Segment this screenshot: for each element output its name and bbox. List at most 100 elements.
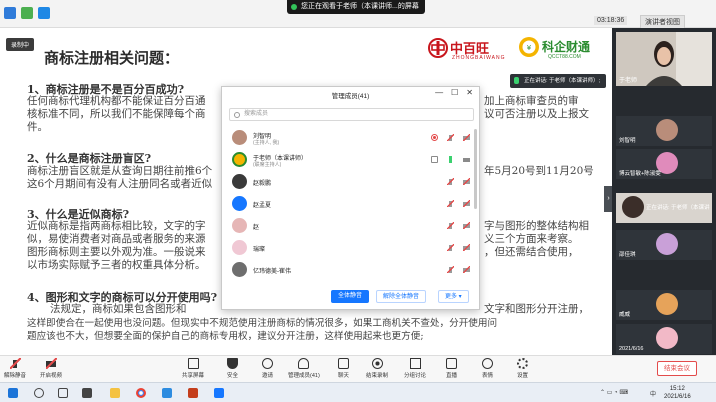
participant-name: 2021/6/16 <box>619 346 644 352</box>
more-button[interactable]: 更多 ▾ <box>438 290 469 303</box>
info-icon[interactable] <box>4 7 16 19</box>
maximize-icon[interactable]: ☐ <box>451 88 458 97</box>
input-language[interactable]: 中 <box>650 389 656 398</box>
powerpoint-icon[interactable] <box>188 388 198 398</box>
meeting-toolbar: 解除静音 开启视频 共享屏幕 安全 邀请 管理成员(41) 聊天 结束录制 分组… <box>0 355 716 382</box>
participant-tile[interactable]: 刘智明 <box>616 116 712 146</box>
participant-name: 刘智明 <box>619 138 636 144</box>
member-list-scrollbar[interactable] <box>474 129 477 209</box>
mute-all-button[interactable]: 全体静音 <box>331 290 370 303</box>
member-row[interactable]: 赵孟夏 <box>222 193 479 215</box>
member-controls <box>447 266 470 273</box>
speaker-video[interactable]: 于老师 <box>616 32 712 86</box>
svg-text:¥: ¥ <box>527 44 532 52</box>
shield-icon[interactable] <box>38 7 50 19</box>
unmute-label: 解除静音 <box>4 373 27 379</box>
q4-line2: 这样即使合在一起使用也没问题。但现实中不规范使用注册商标的情况很多，如果工商机关… <box>27 318 498 329</box>
minimize-icon[interactable]: — <box>435 88 443 97</box>
q3-line2-right: 义三个方面来考察。 <box>484 233 579 245</box>
participant-name: 威威 <box>619 312 631 318</box>
member-row[interactable]: 瑞璨 <box>222 237 479 259</box>
invite-button[interactable]: 邀请 <box>262 358 273 379</box>
member-row[interactable]: 亿玮德美-崔伟 <box>222 259 479 281</box>
speaking-text: 正在讲话: 于老师（本课讲师）; <box>524 78 601 84</box>
clock-time: 15:12 <box>669 386 685 392</box>
unmute-button[interactable]: 解除静音 <box>4 358 26 379</box>
member-search-input[interactable]: 搜索成员 <box>229 108 474 121</box>
q3-line1-left: 近似商标是指两商标相比较，文字的字 <box>27 220 206 232</box>
settings-button[interactable]: 设置 <box>517 358 528 379</box>
start-video-button[interactable]: 开启视频 <box>40 358 62 379</box>
camera-off-icon[interactable] <box>463 244 470 251</box>
security-button[interactable]: 安全 <box>227 358 238 379</box>
q3-line2-left: 似，易使消费者对商品或者服务的来源 <box>27 233 206 245</box>
close-icon[interactable]: ✕ <box>466 88 473 97</box>
unmute-all-button[interactable]: 解除全体静音 <box>376 290 427 303</box>
task-view-icon[interactable] <box>58 388 68 398</box>
top-left-icons <box>4 7 50 19</box>
participant-tile[interactable]: 博云智敏+陈淑雯 <box>616 149 712 179</box>
breakout-button[interactable]: 分组讨论 <box>404 358 426 379</box>
chat-icon <box>338 358 349 369</box>
member-controls <box>447 178 470 185</box>
share-notice[interactable]: 您正在观看于老师（本课讲师...的屏幕 <box>287 0 425 14</box>
more-label: 更多 ▾ <box>445 294 462 300</box>
breakout-label: 分组讨论 <box>404 373 427 379</box>
mic-muted-icon[interactable] <box>447 200 454 207</box>
avatar <box>232 130 247 145</box>
app-icon[interactable] <box>162 388 172 398</box>
mic-muted-icon[interactable] <box>447 266 454 273</box>
clock-date: 2021/6/16 <box>664 394 691 400</box>
mic-muted-icon[interactable] <box>447 134 454 141</box>
avatar <box>622 196 644 218</box>
widgets-icon[interactable] <box>82 388 92 398</box>
share-screen-button[interactable]: 共享屏幕 <box>182 358 204 379</box>
taskbar-clock[interactable]: 15:12 2021/6/16 <box>664 385 691 401</box>
participant-tile[interactable]: 威威 <box>616 290 712 320</box>
camera-off-icon[interactable] <box>463 134 470 141</box>
stop-recording-label: 结束录制 <box>366 373 389 379</box>
mic-muted-icon[interactable] <box>447 178 454 185</box>
stop-recording-button[interactable]: 结束录制 <box>366 358 388 379</box>
avatar <box>656 119 678 141</box>
file-explorer-icon[interactable] <box>110 388 120 398</box>
speaker-view-button[interactable]: 演讲者视图 <box>640 15 685 29</box>
chrome-icon[interactable] <box>136 388 146 398</box>
end-meeting-button[interactable]: 结束会议 <box>657 361 697 376</box>
mic-on-icon[interactable] <box>447 156 454 163</box>
camera-off-icon[interactable] <box>463 266 470 273</box>
unmute-all-label: 解除全体静音 <box>383 294 420 300</box>
participant-tile[interactable]: 正在讲话: 于老师（本课讲 <box>616 193 712 223</box>
mic-muted-icon[interactable] <box>447 244 454 251</box>
chat-label: 聊天 <box>338 373 350 379</box>
speaker-view-label: 演讲者视图 <box>645 19 680 26</box>
camera-on-icon[interactable] <box>463 156 470 163</box>
recording-chip[interactable]: 录制中 <box>6 38 35 51</box>
mic-muted-icon[interactable] <box>447 222 454 229</box>
windows-start-icon[interactable] <box>8 388 18 398</box>
chat-button[interactable]: 聊天 <box>338 358 349 379</box>
member-name: 赵 <box>253 225 260 231</box>
member-row[interactable]: 刘智明 (主持人, 我) <box>222 127 479 149</box>
member-row[interactable]: 于老师（本课讲师） (联席主持人) <box>222 149 479 171</box>
reaction-button[interactable]: 表情 <box>482 358 493 379</box>
q1-line1-right: 加上商标审查员的审 <box>484 95 579 107</box>
participant-name: 邵佳琪 <box>619 252 636 258</box>
participant-tile[interactable]: 2021/6/16 <box>616 324 712 354</box>
camera-off-icon[interactable] <box>463 200 470 207</box>
q1-line3: 件。 <box>27 121 48 133</box>
manage-members-button[interactable]: 管理成员(41) <box>288 358 320 379</box>
member-row[interactable]: 赵毅鹏 <box>222 171 479 193</box>
meeting-app-icon[interactable] <box>214 388 224 398</box>
participant-tile[interactable]: 邵佳琪 <box>616 230 712 260</box>
camera-off-icon[interactable] <box>463 178 470 185</box>
tray-icons[interactable]: ⌃ ▭ ◔ ⌨ <box>600 389 628 396</box>
live-icon <box>446 358 457 369</box>
signal-icon[interactable] <box>21 7 33 19</box>
search-icon[interactable] <box>34 388 44 398</box>
avatar <box>232 218 247 233</box>
live-button[interactable]: 直播 <box>446 358 457 379</box>
search-placeholder: 搜索成员 <box>244 111 269 117</box>
member-row[interactable]: 赵 <box>222 215 479 237</box>
camera-off-icon[interactable] <box>463 222 470 229</box>
